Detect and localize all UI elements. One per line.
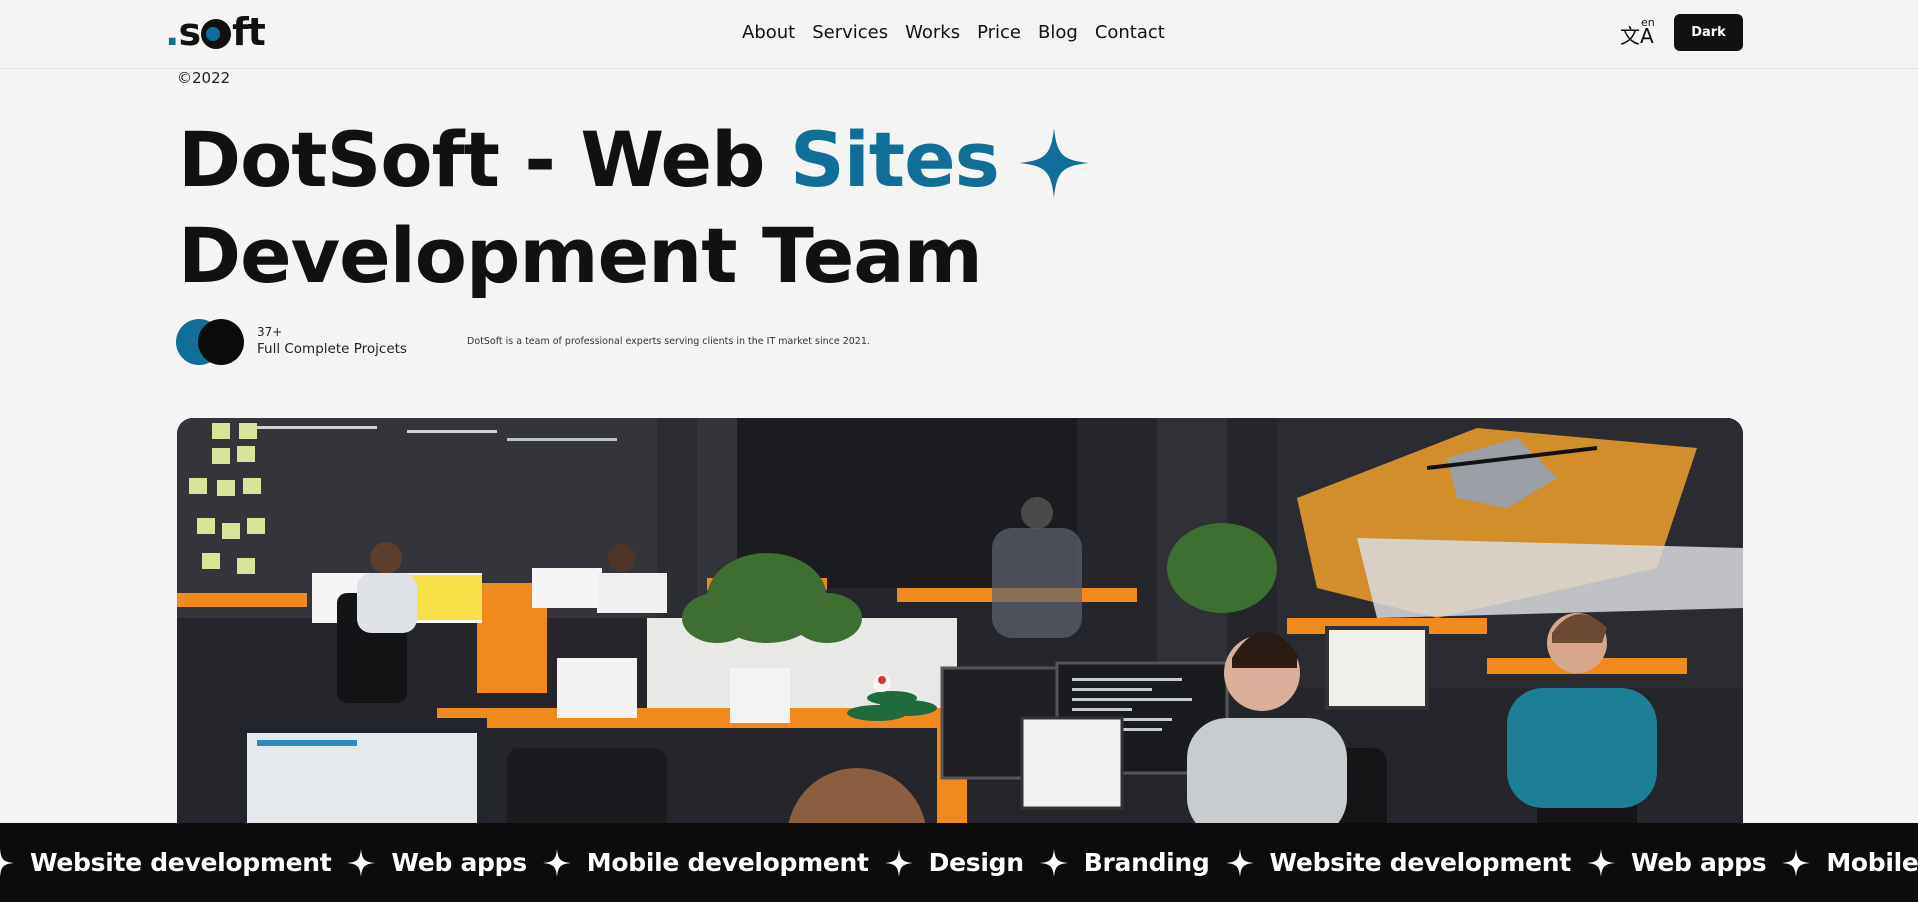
services-marquee: Website development Web apps Mobile deve…	[0, 823, 1918, 902]
hero-title-accent: Sites	[789, 115, 1000, 204]
nav-services[interactable]: Services	[812, 22, 888, 43]
nav-about[interactable]: About	[742, 22, 795, 43]
nav-contact[interactable]: Contact	[1095, 22, 1165, 43]
projects-count: 37+	[257, 325, 283, 339]
nav-price[interactable]: Price	[977, 22, 1021, 43]
office-photo	[177, 418, 1743, 838]
copyright-year: ©2022	[177, 69, 231, 87]
logo-o-mark	[201, 19, 232, 49]
sparkle-icon	[1019, 128, 1089, 198]
language-switcher[interactable]: 文A en	[1620, 16, 1656, 48]
marquee-track: Website development Web apps Mobile deve…	[0, 823, 1918, 902]
nav-works[interactable]: Works	[905, 22, 960, 43]
logo[interactable]: . s ft	[165, 10, 266, 54]
site-header: . s ft About Services Works Price Blog Con…	[0, 0, 1918, 69]
marquee-item: Branding	[1083, 848, 1210, 877]
marquee-item: Design	[928, 848, 1024, 877]
sparkle-icon	[1586, 848, 1615, 877]
sparkle-icon	[1225, 848, 1254, 877]
office-photo-illustration	[177, 418, 1743, 838]
hero-title: DotSoft - Web Sites Development Team	[178, 112, 1000, 304]
marquee-item: Website development	[1269, 848, 1572, 877]
sparkle-icon	[884, 848, 913, 877]
projects-stat: 37+ Full Complete Projcets	[176, 318, 416, 366]
hero-title-line2: Development Team	[178, 211, 983, 300]
marquee-item: Web apps	[1630, 848, 1767, 877]
sparkle-icon	[1039, 848, 1068, 877]
sparkle-icon	[542, 848, 571, 877]
sparkle-icon	[1782, 848, 1811, 877]
projects-label: Full Complete Projcets	[257, 341, 407, 357]
hero-tagline: DotSoft is a team of professional expert…	[467, 336, 870, 347]
hero-title-part1: DotSoft - Web	[178, 115, 790, 204]
marquee-item: Web apps	[391, 848, 527, 877]
marquee-item: Website development	[30, 848, 332, 877]
nav-blog[interactable]: Blog	[1038, 22, 1078, 43]
sparkle-icon	[347, 848, 376, 877]
marquee-item: Mobile development	[1826, 848, 1918, 877]
main-nav: About Services Works Price Blog Contact	[742, 22, 1165, 43]
sparkle-icon	[0, 848, 14, 877]
dark-mode-button[interactable]: Dark	[1674, 14, 1743, 51]
marquee-item: Mobile development	[586, 848, 869, 877]
language-code: en	[1641, 16, 1655, 29]
stat-circle-black	[198, 319, 244, 365]
